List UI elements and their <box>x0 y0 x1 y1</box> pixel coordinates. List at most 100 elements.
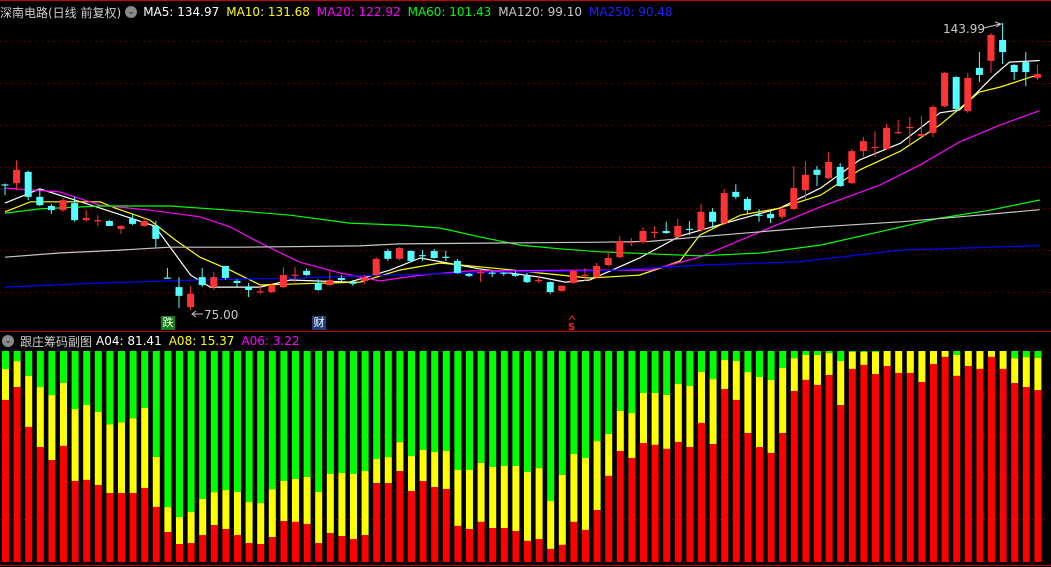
chip-bar[interactable] <box>129 351 137 562</box>
chip-bar[interactable] <box>141 351 149 562</box>
chip-bar[interactable] <box>674 351 682 562</box>
candle[interactable] <box>836 163 844 187</box>
chip-bar[interactable] <box>616 351 624 562</box>
chip-bar[interactable] <box>152 351 160 562</box>
chip-bar[interactable] <box>756 351 763 562</box>
chip-bar[interactable] <box>94 351 102 562</box>
chip-bar[interactable] <box>941 351 949 562</box>
candle[interactable] <box>1 183 9 196</box>
candle[interactable] <box>767 210 775 224</box>
candle[interactable] <box>129 213 137 226</box>
candle[interactable] <box>778 207 786 219</box>
chip-bar[interactable] <box>60 351 67 562</box>
candle[interactable] <box>245 282 253 298</box>
chip-bar[interactable] <box>605 351 613 562</box>
candle[interactable] <box>848 149 856 184</box>
chip-bar[interactable] <box>628 351 636 562</box>
chip-bar[interactable] <box>593 351 601 562</box>
candle[interactable] <box>825 151 833 179</box>
chip-bar[interactable] <box>558 351 566 562</box>
candle[interactable] <box>13 160 21 191</box>
candle[interactable] <box>639 227 647 244</box>
chip-bar[interactable] <box>918 351 926 562</box>
chip-bar[interactable] <box>187 351 195 562</box>
chip-bar[interactable] <box>1034 351 1042 562</box>
chip-bar[interactable] <box>640 351 647 562</box>
candle[interactable] <box>743 196 751 214</box>
chip-bar[interactable] <box>419 351 427 562</box>
chip-bar[interactable] <box>315 351 323 562</box>
chip-bar[interactable] <box>547 351 555 562</box>
chip-bar[interactable] <box>895 351 903 562</box>
candle[interactable] <box>24 170 32 201</box>
indicator-title[interactable]: 跟庄筹码副图 <box>20 333 92 350</box>
chip-bar[interactable] <box>964 351 972 562</box>
candle[interactable] <box>720 188 728 226</box>
candle[interactable] <box>198 267 206 288</box>
chip-bar[interactable] <box>883 351 891 562</box>
chip-bar[interactable] <box>2 351 9 562</box>
candle[interactable] <box>303 268 311 276</box>
chip-bar[interactable] <box>489 351 497 562</box>
signal-s-marker[interactable]: S <box>568 315 576 333</box>
candle[interactable] <box>790 166 798 211</box>
chip-bar[interactable] <box>292 351 299 562</box>
chip-bar[interactable] <box>118 351 125 562</box>
chip-bar[interactable] <box>326 351 334 562</box>
candle[interactable] <box>697 203 705 232</box>
candle[interactable] <box>163 267 171 279</box>
chip-bar[interactable] <box>106 351 114 562</box>
candle[interactable] <box>105 220 113 226</box>
chip-bar[interactable] <box>790 351 798 562</box>
candle[interactable] <box>59 198 67 212</box>
chip-bar[interactable] <box>384 351 392 562</box>
chip-bar[interactable] <box>442 351 450 562</box>
candle[interactable] <box>732 184 740 199</box>
chip-bar[interactable] <box>199 351 207 562</box>
chip-bar[interactable] <box>988 351 995 562</box>
candle[interactable] <box>593 262 601 278</box>
candle[interactable] <box>616 235 624 258</box>
chip-bar[interactable] <box>176 351 183 562</box>
chip-bar[interactable] <box>210 351 218 562</box>
candle[interactable] <box>395 247 403 261</box>
candle[interactable] <box>801 161 809 199</box>
candle[interactable] <box>604 253 612 266</box>
chip-bar[interactable] <box>36 351 44 562</box>
candle[interactable] <box>279 267 287 288</box>
chip-bar[interactable] <box>582 351 589 562</box>
chip-bar[interactable] <box>48 351 56 562</box>
chip-bar[interactable] <box>431 351 439 562</box>
candle[interactable] <box>407 250 415 262</box>
candle[interactable] <box>175 277 183 308</box>
candle[interactable] <box>883 124 891 150</box>
chip-bar[interactable] <box>535 351 543 562</box>
chip-bar[interactable] <box>663 351 671 562</box>
chip-bar[interactable] <box>338 351 346 562</box>
chip-bar[interactable] <box>1011 351 1019 562</box>
chip-bar[interactable] <box>906 351 914 562</box>
chip-bar[interactable] <box>280 351 288 562</box>
candle[interactable] <box>662 221 670 234</box>
candle[interactable] <box>82 210 90 222</box>
candle[interactable] <box>964 72 972 113</box>
chip-bar[interactable] <box>25 351 33 562</box>
chip-bar[interactable] <box>303 351 311 562</box>
candle[interactable] <box>221 265 229 281</box>
chevron-down-icon[interactable]: ⌄ <box>2 335 14 347</box>
candle[interactable] <box>477 270 485 283</box>
candle[interactable] <box>906 116 914 145</box>
chip-bar[interactable] <box>686 351 694 562</box>
candle[interactable] <box>941 72 949 107</box>
chip-bar[interactable] <box>234 351 241 562</box>
chip-bar[interactable] <box>477 351 485 562</box>
chip-bar[interactable] <box>512 351 520 562</box>
candle[interactable] <box>999 23 1007 65</box>
candle[interactable] <box>326 270 334 286</box>
chip-bar[interactable] <box>802 351 810 562</box>
chip-bar[interactable] <box>976 351 984 562</box>
chip-bar[interactable] <box>825 351 833 562</box>
chip-bar[interactable] <box>570 351 578 562</box>
chip-bar[interactable] <box>408 351 415 562</box>
chip-bar[interactable] <box>860 351 868 562</box>
